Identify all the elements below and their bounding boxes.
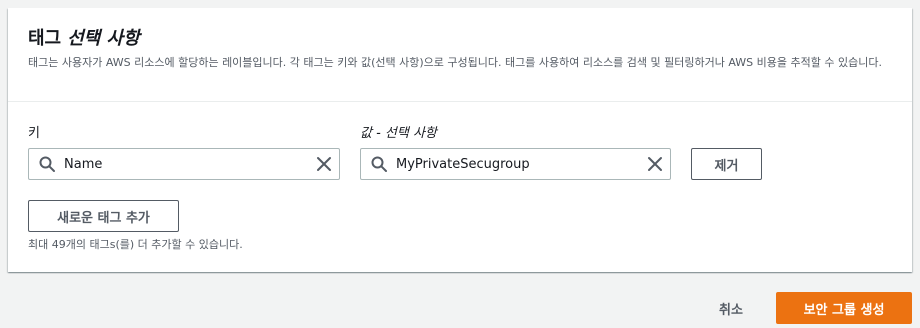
remove-tag-button[interactable]: 제거 — [691, 148, 762, 180]
tag-key-input[interactable]: Name — [28, 148, 340, 180]
search-icon — [39, 156, 55, 172]
search-icon — [371, 156, 387, 172]
tag-value-value[interactable]: MyPrivateSecugroup — [396, 157, 646, 172]
add-tag-button[interactable]: 새로운 태그 추가 — [28, 200, 179, 232]
close-icon[interactable] — [646, 155, 664, 173]
tags-panel: 태그 선택 사항 태그는 사용자가 AWS 리소스에 할당하는 레이블입니다. … — [8, 8, 912, 272]
section-title-main: 태그 — [28, 28, 62, 49]
tag-value-input[interactable]: MyPrivateSecugroup — [360, 148, 671, 180]
create-security-group-button[interactable]: 보안 그룹 생성 — [776, 292, 912, 324]
tag-key-value[interactable]: Name — [64, 157, 315, 172]
key-label: 키 — [28, 126, 40, 141]
section-description: 태그는 사용자가 AWS 리소스에 할당하는 레이블입니다. 각 태그는 키와 … — [28, 56, 882, 69]
value-label: 값 - 선택 사항 — [360, 126, 437, 141]
cancel-button[interactable]: 취소 — [719, 299, 743, 318]
section-title-optional: 선택 사항 — [67, 28, 140, 49]
section-title: 태그 선택 사항 — [28, 24, 892, 50]
close-icon[interactable] — [315, 155, 333, 173]
tags-panel-header: 태그 선택 사항 태그는 사용자가 AWS 리소스에 할당하는 레이블입니다. … — [8, 8, 912, 102]
tag-limit-hint: 최대 49개의 태그s(를) 더 추가할 수 있습니다. — [28, 238, 243, 251]
